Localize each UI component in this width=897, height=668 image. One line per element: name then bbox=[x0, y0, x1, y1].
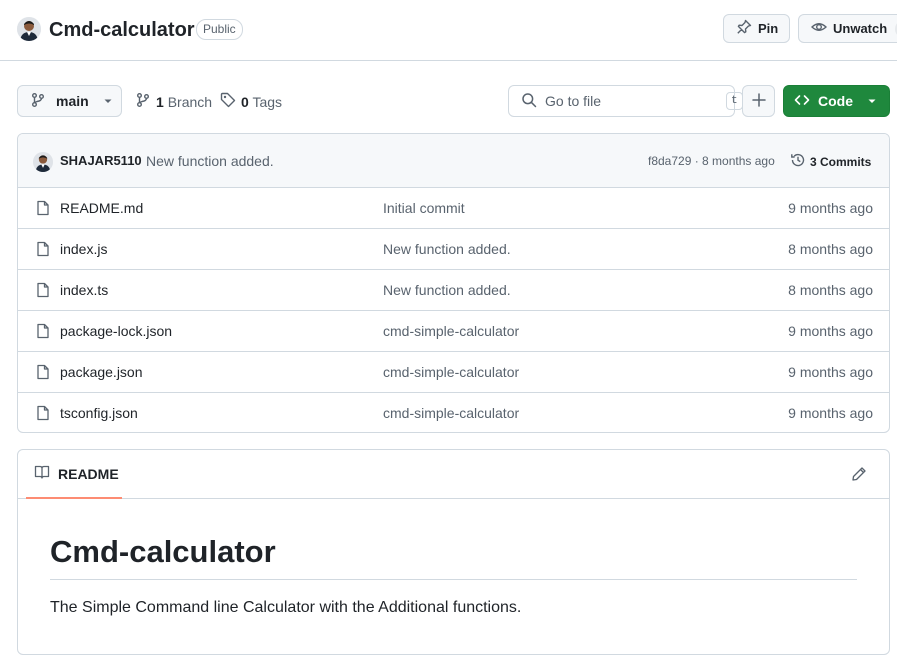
pencil-icon[interactable] bbox=[851, 466, 867, 485]
pin-button[interactable]: Pin bbox=[723, 14, 790, 43]
file-row[interactable]: package-lock.json cmd-simple-calculator … bbox=[18, 311, 889, 352]
readme-panel: README Cmd-calculator The Simple Command… bbox=[17, 449, 890, 655]
pin-icon bbox=[736, 19, 752, 38]
latest-commit-bar: SHAJAR5110 New function added. f8da729 ·… bbox=[18, 134, 889, 188]
file-commit-message[interactable]: cmd-simple-calculator bbox=[383, 405, 519, 421]
file-row[interactable]: index.js New function added. 8 months ag… bbox=[18, 229, 889, 270]
file-commit-message[interactable]: New function added. bbox=[383, 241, 511, 257]
tag-icon bbox=[220, 92, 236, 111]
file-icon bbox=[35, 241, 51, 260]
file-row[interactable]: README.md Initial commit 9 months ago bbox=[18, 188, 889, 229]
book-icon bbox=[34, 464, 50, 483]
triangle-down-icon bbox=[867, 93, 877, 109]
file-commit-age: 9 months ago bbox=[788, 200, 873, 216]
commits-count-label: 3 Commits bbox=[810, 154, 872, 169]
file-row[interactable]: tsconfig.json cmd-simple-calculator 9 mo… bbox=[18, 393, 889, 432]
repo-header: Cmd-calculator Public Pin Unwatch 1 bbox=[0, 0, 897, 61]
author-avatar[interactable] bbox=[33, 152, 53, 172]
eye-icon bbox=[810, 19, 828, 38]
readme-tab-bar: README bbox=[18, 450, 889, 499]
file-name[interactable]: index.ts bbox=[60, 282, 108, 298]
history-icon bbox=[790, 152, 806, 171]
file-icon bbox=[35, 405, 51, 424]
branch-label: Branch bbox=[167, 93, 213, 110]
tab-readme[interactable]: README bbox=[26, 450, 122, 499]
branch-selector[interactable]: main bbox=[17, 85, 122, 117]
file-commit-age: 9 months ago bbox=[788, 323, 873, 339]
branch-count: 1 bbox=[156, 93, 164, 110]
code-icon bbox=[794, 92, 810, 111]
repo-name[interactable]: Cmd-calculator bbox=[49, 17, 195, 43]
add-file-button[interactable] bbox=[742, 85, 775, 117]
file-name[interactable]: package-lock.json bbox=[60, 323, 172, 339]
branch-name: main bbox=[56, 93, 89, 109]
git-branch-icon bbox=[30, 92, 46, 111]
file-browser: SHAJAR5110 New function added. f8da729 ·… bbox=[17, 133, 890, 433]
readme-heading: Cmd-calculator bbox=[50, 533, 857, 580]
file-commit-message[interactable]: New function added. bbox=[383, 282, 511, 298]
shortcut-hint: t bbox=[726, 92, 743, 110]
search-icon bbox=[521, 92, 537, 111]
file-commit-age: 9 months ago bbox=[788, 405, 873, 421]
owner-avatar[interactable] bbox=[17, 17, 41, 41]
file-commit-age: 9 months ago bbox=[788, 364, 873, 380]
code-button[interactable]: Code bbox=[783, 85, 890, 117]
readme-description: The Simple Command line Calculator with … bbox=[50, 599, 522, 616]
file-icon bbox=[35, 200, 51, 219]
file-icon bbox=[35, 323, 51, 342]
git-branch-icon bbox=[135, 92, 151, 111]
unwatch-label: Unwatch bbox=[833, 21, 888, 36]
go-to-file-box[interactable]: t bbox=[508, 85, 743, 117]
tag-count: 0 bbox=[241, 93, 249, 110]
file-name[interactable]: index.js bbox=[60, 241, 107, 257]
branches-link[interactable]: 1 Branch bbox=[135, 92, 212, 111]
file-commit-age: 8 months ago bbox=[788, 282, 873, 298]
file-name[interactable]: README.md bbox=[60, 200, 143, 216]
file-row[interactable]: package.json cmd-simple-calculator 9 mon… bbox=[18, 352, 889, 393]
readme-content: Cmd-calculator The Simple Command line C… bbox=[18, 499, 889, 617]
file-commit-message[interactable]: cmd-simple-calculator bbox=[383, 364, 519, 380]
tags-link[interactable]: 0 Tags bbox=[220, 92, 282, 111]
file-icon bbox=[35, 282, 51, 301]
go-to-file-input[interactable] bbox=[545, 93, 726, 109]
unwatch-button[interactable]: Unwatch 1 bbox=[798, 14, 897, 43]
readme-tab-label: README bbox=[58, 465, 119, 482]
file-row[interactable]: index.ts New function added. 8 months ag… bbox=[18, 270, 889, 311]
file-name[interactable]: tsconfig.json bbox=[60, 405, 138, 421]
commits-history-link[interactable]: 3 Commits bbox=[790, 152, 871, 171]
triangle-down-icon bbox=[103, 93, 113, 109]
file-commit-message[interactable]: Initial commit bbox=[383, 200, 465, 216]
file-commit-age: 8 months ago bbox=[788, 241, 873, 257]
tag-label: Tags bbox=[252, 93, 283, 110]
commit-message[interactable]: New function added. bbox=[146, 153, 274, 169]
visibility-badge: Public bbox=[196, 19, 243, 40]
pin-label: Pin bbox=[758, 21, 779, 36]
commit-author[interactable]: SHAJAR5110 bbox=[60, 153, 142, 168]
plus-icon bbox=[751, 92, 767, 111]
code-label: Code bbox=[818, 93, 853, 109]
file-name[interactable]: package.json bbox=[60, 364, 143, 380]
file-commit-message[interactable]: cmd-simple-calculator bbox=[383, 323, 519, 339]
file-icon bbox=[35, 364, 51, 383]
commit-hash-time[interactable]: f8da729 · 8 months ago bbox=[648, 154, 775, 168]
